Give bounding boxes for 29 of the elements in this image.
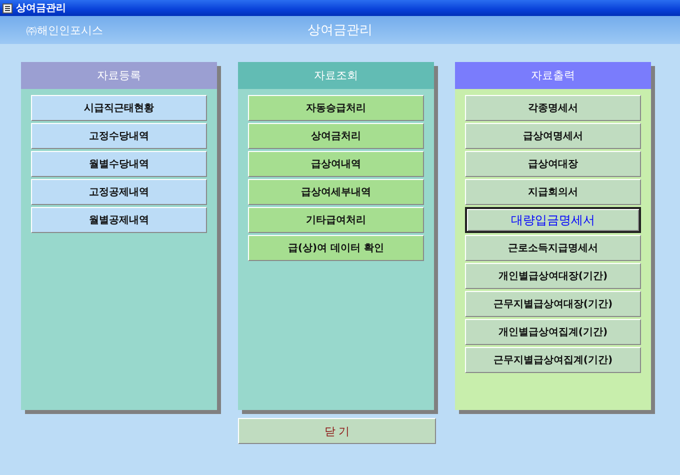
menu-button[interactable]: 월별공제내역 [31,207,207,233]
menu-button[interactable]: 고정수당내역 [31,123,207,149]
menu-button[interactable]: 급(상)여 데이터 확인 [248,235,424,261]
menu-button[interactable]: 시급직근태현황 [31,95,207,121]
menu-button[interactable]: 급상여대장 [465,151,641,177]
menu-button[interactable]: 지급회의서 [465,179,641,205]
menu-button[interactable]: 각종명세서 [465,95,641,121]
panel-title: 자료등록 [21,62,217,89]
menu-button[interactable]: 고정공제내역 [31,179,207,205]
menu-button[interactable]: 상여금처리 [248,123,424,149]
menu-button[interactable]: 자동승급처리 [248,95,424,121]
menu-button[interactable]: 급상여세부내역 [248,179,424,205]
menu-button[interactable]: 기타급여처리 [248,207,424,233]
menu-button[interactable]: 근무지별급상여대장(기간) [465,291,641,317]
app-icon [2,2,13,14]
company-name: ㈜해인인포시스 [25,22,104,38]
window-title: 상여금관리 [16,2,66,15]
panel-title: 자료조회 [238,62,434,89]
menu-button[interactable]: 대량입금명세서 [465,207,641,233]
menu-button[interactable]: 근무지별급상여집계(기간) [465,347,641,373]
menu-button[interactable]: 근로소득지급명세서 [465,235,641,261]
menu-button[interactable]: 개인별급상여대장(기간) [465,263,641,289]
page-title: 상여금관리 [306,22,374,39]
close-button[interactable]: 닫 기 [238,418,436,444]
menu-button[interactable]: 월별수당내역 [31,151,207,177]
panel-title: 자료출력 [455,62,651,89]
menu-button[interactable]: 개인별급상여집계(기간) [465,319,641,345]
menu-button[interactable]: 급상여내역 [248,151,424,177]
menu-button[interactable]: 급상여명세서 [465,123,641,149]
